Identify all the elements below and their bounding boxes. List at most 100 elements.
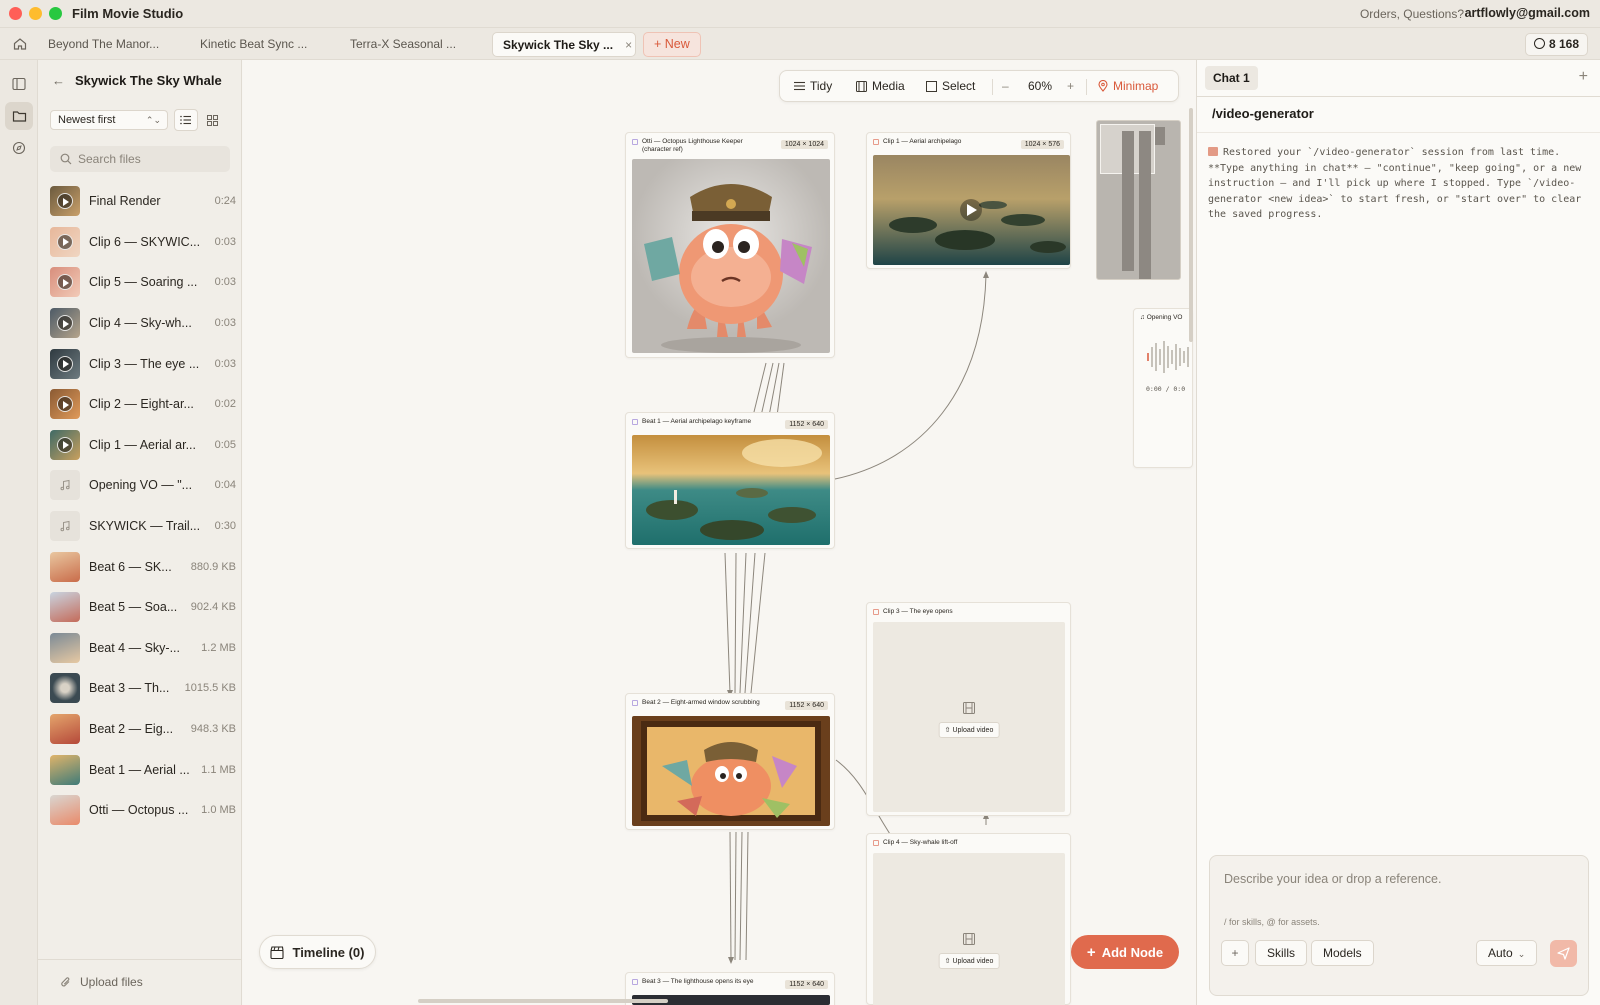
list-item[interactable]: Clip 6 — SKYWIC... 0:03 (46, 222, 236, 263)
vertical-scrollbar[interactable] (1189, 108, 1193, 342)
chat-composer[interactable]: Describe your idea or drop a reference. … (1209, 855, 1589, 996)
minimap-panel[interactable] (1096, 120, 1181, 280)
tab-skywick[interactable]: Skywick The Sky ... × (492, 32, 636, 57)
attach-button[interactable]: + (1221, 940, 1249, 966)
image-node-beat-1[interactable]: Beat 1 — Aerial archipelago keyframe 115… (625, 412, 835, 549)
orders-link[interactable]: Orders, Questions? (1360, 7, 1464, 21)
tab-beyond-the-manor[interactable]: Beyond The Manor... (38, 32, 169, 57)
search-input[interactable]: Search files (50, 146, 230, 172)
image-thumbnail (50, 592, 80, 623)
timeline-button[interactable]: Timeline (0) (259, 935, 376, 969)
credits-value: 8 168 (1548, 37, 1579, 51)
upload-video-button[interactable]: ⇧ Upload video (938, 722, 1000, 738)
video-node-clip-1[interactable]: Clip 1 — Aerial archipelago 1024 × 576 (866, 132, 1071, 269)
image-icon (632, 419, 638, 425)
chevron-updown-icon: ⌃⌄ (145, 115, 161, 125)
file-duration: 0:30 (214, 520, 236, 533)
map-pin-icon (1098, 80, 1108, 92)
file-name: Clip 2 — Eight-ar... (89, 397, 194, 412)
node-dimensions: 1024 × 576 (1020, 140, 1064, 149)
close-window-button[interactable] (9, 7, 22, 20)
list-item[interactable]: Beat 2 — Eig... 948.3 KB (46, 709, 236, 750)
tidy-button[interactable]: Tidy (794, 79, 832, 93)
assistant-message-text: Restored your `/video-generator` session… (1208, 147, 1582, 220)
new-tab-button[interactable]: + New (643, 32, 701, 57)
tab-kinetic-beat-sync[interactable]: Kinetic Beat Sync ... (190, 32, 317, 57)
film-icon (856, 80, 867, 92)
select-button[interactable]: Select (926, 79, 975, 93)
list-item[interactable]: Beat 6 — SK... 880.9 KB (46, 546, 236, 587)
minimap-button[interactable]: Minimap (1098, 79, 1158, 93)
files-button[interactable] (5, 102, 33, 130)
send-button[interactable] (1550, 940, 1577, 967)
composer-hint: / for skills, @ for assets. (1224, 917, 1320, 927)
list-item[interactable]: Opening VO — "... 0:04 (46, 465, 236, 506)
zoom-out-button[interactable]: – (1002, 79, 1009, 93)
list-item[interactable]: Beat 4 — Sky-... 1.2 MB (46, 628, 236, 669)
image-node-otti[interactable]: Otti — Octopus Lighthouse Keeper (charac… (625, 132, 835, 358)
upload-icon: ⇧ (944, 727, 953, 734)
canvas-toolbar: Tidy Media Select – 60% + Minimap (779, 70, 1179, 102)
list-item[interactable]: Otti — Octopus ... 1.0 MB (46, 790, 236, 831)
file-size: 1.1 MB (201, 763, 236, 776)
maximize-window-button[interactable] (49, 7, 62, 20)
node-dimensions: 1152 × 640 (785, 980, 828, 989)
auto-select[interactable]: Auto ⌄ (1476, 940, 1538, 966)
horizontal-scrollbar[interactable] (418, 999, 668, 1003)
models-button[interactable]: Models (1311, 940, 1374, 966)
back-arrow-icon[interactable]: ← (52, 73, 65, 88)
grid-view-button[interactable] (200, 109, 224, 131)
image-thumbnail (50, 551, 80, 582)
home-icon[interactable] (12, 36, 28, 52)
tidy-icon (794, 81, 805, 91)
list-item[interactable]: SKYWICK — Trail... 0:30 (46, 506, 236, 547)
composer-input[interactable]: Describe your idea or drop a reference. (1224, 872, 1441, 886)
skills-button[interactable]: Skills (1255, 940, 1308, 966)
list-item[interactable]: Beat 5 — Soa... 902.4 KB (46, 587, 236, 628)
explore-button[interactable] (5, 134, 33, 162)
list-item[interactable]: Beat 1 — Aerial ... 1.1 MB (46, 749, 236, 790)
node-title-text: Opening VO (1146, 314, 1183, 321)
image-node-beat-2[interactable]: Beat 2 — Eight-armed window scrubbing 11… (625, 693, 835, 830)
file-name: Beat 6 — SK... (89, 559, 172, 574)
list-item[interactable]: Final Render 0:24 (46, 181, 236, 222)
upload-icon: ⇧ (944, 958, 953, 965)
close-tab-icon[interactable]: × (625, 38, 632, 52)
list-item[interactable]: Clip 5 — Soaring ... 0:03 (46, 262, 236, 303)
upload-video-button[interactable]: ⇧ Upload video (938, 953, 1000, 969)
audio-node-opening-vo[interactable]: ♫ Opening VO 0:00 / 0:0 (1133, 308, 1193, 468)
audio-waveform (1147, 341, 1189, 373)
file-name: Clip 6 — SKYWIC... (89, 234, 201, 249)
list-view-button[interactable] (174, 109, 198, 131)
video-node-clip-3[interactable]: Clip 3 — The eye opens ⇧ Upload video (866, 602, 1071, 816)
play-icon (57, 315, 73, 332)
credits-badge[interactable]: 8 168 (1524, 33, 1588, 56)
image-thumbnail (50, 673, 80, 704)
upload-files-button[interactable]: Upload files (60, 975, 143, 989)
list-item[interactable]: Clip 3 — The eye ... 0:03 (46, 343, 236, 384)
account-email[interactable]: artflowly@gmail.com (1465, 6, 1590, 20)
list-item[interactable]: Clip 1 — Aerial ar... 0:05 (46, 425, 236, 466)
divider (1197, 96, 1600, 97)
new-chat-button[interactable]: + (1579, 68, 1588, 86)
node-canvas[interactable]: Tidy Media Select – 60% + Minimap Otti —… (243, 60, 1196, 1005)
media-button[interactable]: Media (856, 79, 905, 93)
node-title-text: Clip 1 — Aerial archipelago (883, 138, 962, 145)
octopus-character-image (632, 159, 830, 353)
zoom-in-button[interactable]: + (1067, 79, 1074, 93)
list-item[interactable]: Clip 2 — Eight-ar... 0:02 (46, 384, 236, 425)
list-item[interactable]: Beat 3 — Th... 1015.5 KB (46, 668, 236, 709)
chat-tab[interactable]: Chat 1 (1205, 66, 1258, 90)
node-title-text: Beat 1 — Aerial archipelago keyframe (642, 418, 752, 425)
file-name: Opening VO — "... (89, 478, 193, 493)
minimize-window-button[interactable] (29, 7, 42, 20)
sort-select[interactable]: Newest first ⌃⌄ (50, 110, 168, 130)
video-node-clip-4[interactable]: Clip 4 — Sky-whale lift-off ⇧ Upload vid… (866, 833, 1071, 1005)
image-icon (632, 139, 638, 145)
add-node-button[interactable]: + Add Node (1071, 935, 1179, 969)
toggle-sidebar-button[interactable] (5, 70, 33, 98)
tab-terra-x-seasonal[interactable]: Terra-X Seasonal ... (340, 32, 466, 57)
list-item[interactable]: Clip 4 — Sky-wh... 0:03 (46, 303, 236, 344)
sort-value: Newest first (58, 114, 116, 126)
file-duration: 0:03 (214, 276, 236, 289)
